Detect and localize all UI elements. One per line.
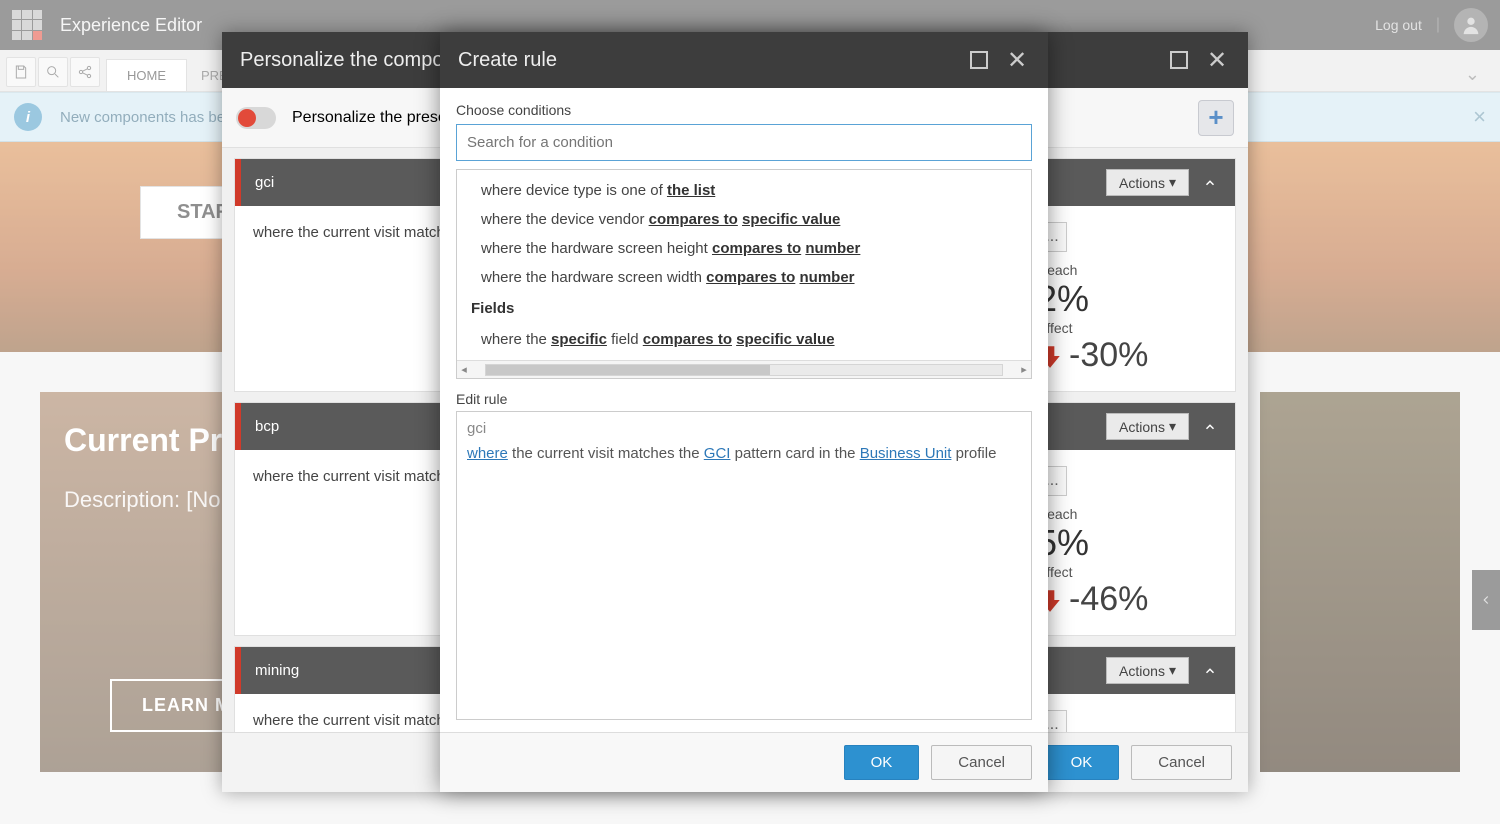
reach-value: 5% xyxy=(1037,522,1217,564)
create-rule-dialog: Create rule ✕ Choose conditions where de… xyxy=(440,32,1048,792)
rule-name: gci xyxy=(255,174,274,191)
rule-name: mining xyxy=(255,662,299,679)
condition-search-input[interactable] xyxy=(456,124,1032,161)
condition-list-panel: where device type is one of the list whe… xyxy=(456,169,1032,379)
condition-item[interactable]: where the hardware screen height compare… xyxy=(461,234,1031,263)
where-link[interactable]: where xyxy=(467,445,508,462)
collapse-button[interactable] xyxy=(1199,660,1221,682)
condition-group-fields: Fields xyxy=(461,292,1031,325)
condition-list[interactable]: where device type is one of the list whe… xyxy=(457,170,1031,360)
actions-dropdown[interactable]: Actions▾ xyxy=(1106,413,1189,440)
close-button[interactable]: ✕ xyxy=(1004,47,1030,73)
cancel-button[interactable]: Cancel xyxy=(1131,745,1232,780)
actions-dropdown[interactable]: Actions▾ xyxy=(1106,657,1189,684)
condition-item[interactable]: where device type is one of the list xyxy=(461,176,1031,205)
actions-dropdown[interactable]: Actions▾ xyxy=(1106,169,1189,196)
create-rule-footer: OK Cancel xyxy=(440,732,1048,792)
effect-label: Effect xyxy=(1037,320,1217,336)
choose-conditions-label: Choose conditions xyxy=(456,102,1032,118)
reach-value: 2% xyxy=(1037,278,1217,320)
horizontal-scrollbar[interactable]: ◂ ▸ xyxy=(457,360,1031,378)
edit-rule-area[interactable]: gci where the current visit matches the … xyxy=(456,411,1032,720)
cancel-button[interactable]: Cancel xyxy=(931,745,1032,780)
create-rule-title: Create rule xyxy=(458,49,557,72)
personalize-dialog-title: Personalize the compon... xyxy=(240,49,471,72)
effect-value: -30% xyxy=(1069,336,1148,375)
gci-link[interactable]: GCI xyxy=(704,445,731,462)
scroll-right-icon[interactable]: ▸ xyxy=(1017,363,1031,376)
condition-item[interactable]: where the device vendor compares to spec… xyxy=(461,205,1031,234)
collapse-button[interactable] xyxy=(1199,172,1221,194)
ok-button[interactable]: OK xyxy=(1044,745,1120,780)
maximize-button[interactable] xyxy=(966,47,992,73)
condition-item[interactable]: where the specific field compares to spe… xyxy=(461,325,1031,354)
maximize-button[interactable] xyxy=(1166,47,1192,73)
close-button[interactable]: ✕ xyxy=(1204,47,1230,73)
effect-value: -46% xyxy=(1069,580,1148,619)
edit-rule-line: where the current visit matches the GCI … xyxy=(467,445,1021,462)
ok-button[interactable]: OK xyxy=(844,745,920,780)
scroll-left-icon[interactable]: ◂ xyxy=(457,363,471,376)
reach-label: Reach xyxy=(1037,262,1217,278)
edit-rule-label: Edit rule xyxy=(456,391,1032,407)
edit-rule-title: gci xyxy=(467,420,1021,437)
personalize-toggle[interactable] xyxy=(236,107,276,129)
rule-name: bcp xyxy=(255,418,279,435)
create-rule-header: Create rule ✕ xyxy=(440,32,1048,88)
add-rule-button[interactable]: + xyxy=(1198,100,1234,136)
business-unit-link[interactable]: Business Unit xyxy=(860,445,952,462)
collapse-button[interactable] xyxy=(1199,416,1221,438)
condition-item[interactable]: where the hardware screen width compares… xyxy=(461,263,1031,292)
